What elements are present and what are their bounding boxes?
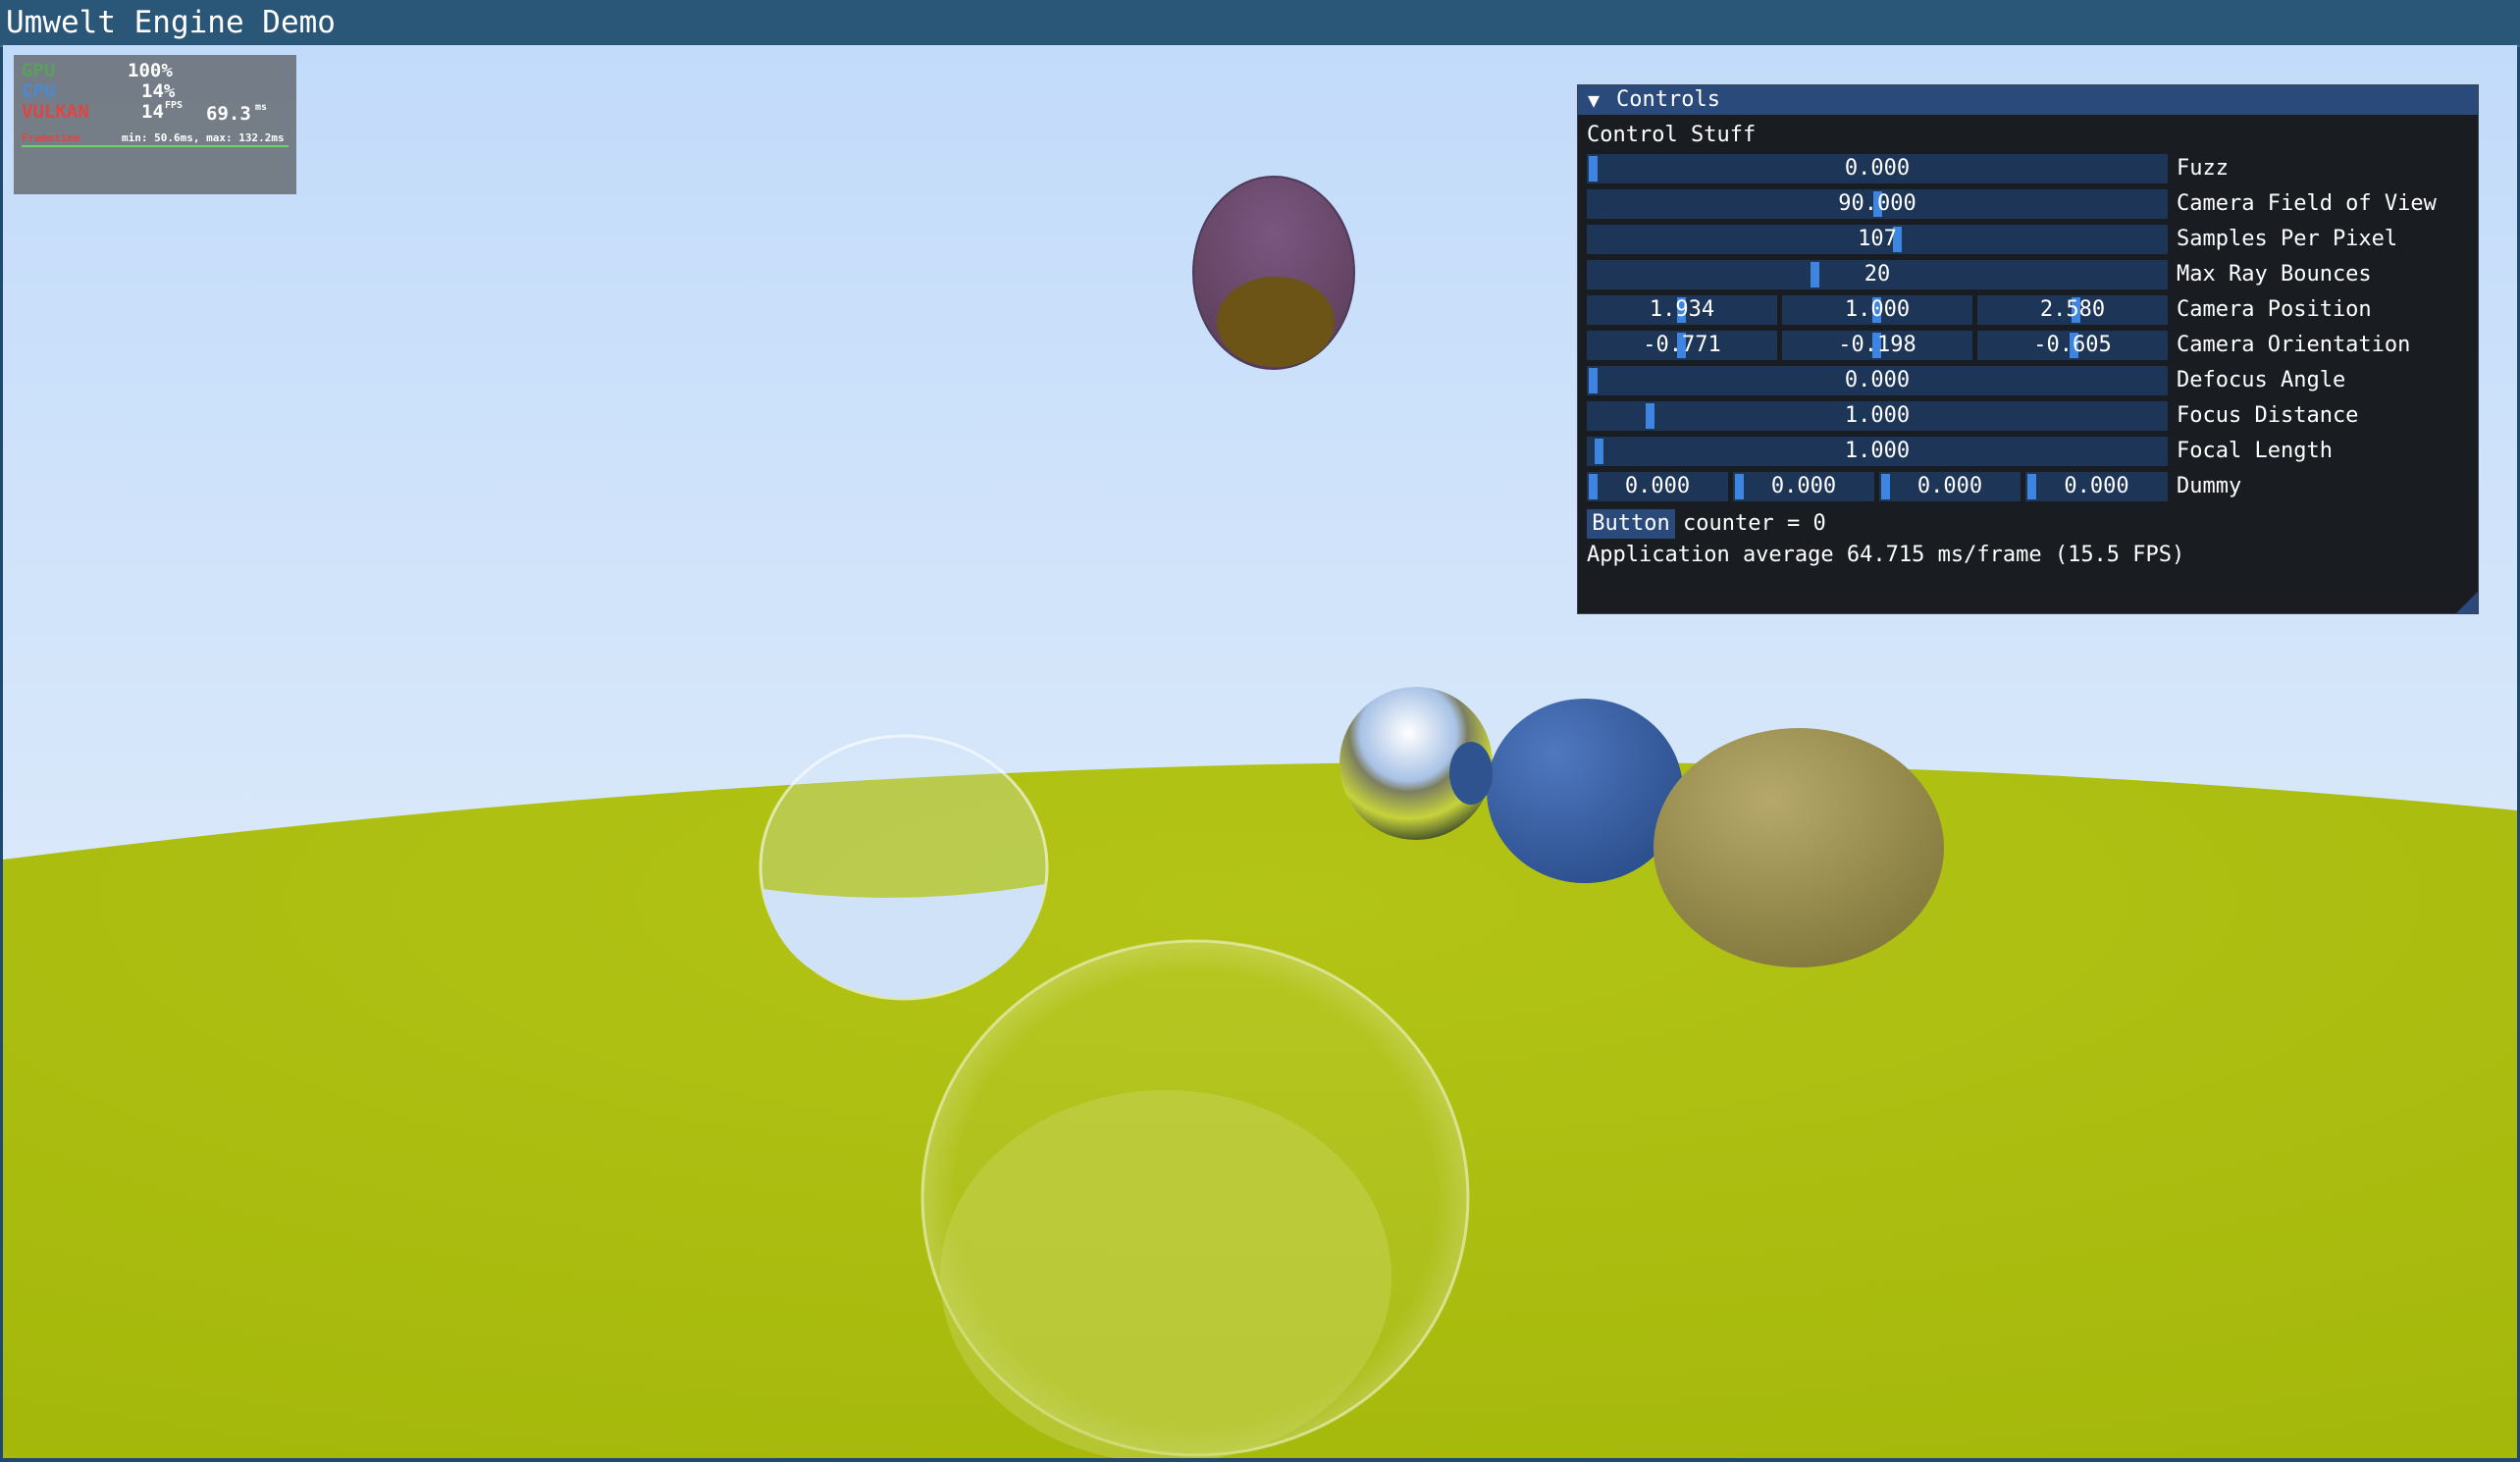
gpu-usage-value: 100% [128,60,173,81]
application-average-text: Application average 64.715 ms/frame (15.… [1587,543,2185,567]
camera-orientation-y-slider[interactable]: -0.198 [1782,331,1972,360]
slider-value: 0.000 [1844,368,1911,392]
dummy-slider-4[interactable]: 0.000 [2025,472,2168,501]
window-title: Umwelt Engine Demo [6,5,336,40]
slider-value: 0.000 [1844,156,1911,181]
performance-overlay: GPU 100% CPU 14% VULKAN 14 FPS 69.3 ms F… [14,55,296,194]
controls-window-title: Controls [1616,87,1720,112]
slider-value: 1.000 [1844,403,1911,428]
frametime-minmax: min: 50.6ms, max: 132.2ms [122,131,285,144]
dummy-slider-2[interactable]: 0.000 [1733,472,1874,501]
dummy-slider-3[interactable]: 0.000 [1879,472,2021,501]
controls-window[interactable]: ▼ Controls Control Stuff 0.000 Fuzz 90.0… [1577,84,2479,614]
cpu-usage-value: 14% [141,80,176,102]
slider-value: 0.000 [1916,474,1983,498]
slider-value: -0.605 [2033,333,2112,357]
api-label: VULKAN [22,101,89,123]
slider-value: 0.000 [1624,474,1691,498]
fps-value: 14 [141,101,164,123]
fuzz-label: Fuzz [2177,156,2229,181]
focus-distance-label: Focus Distance [2177,403,2359,428]
fps-unit: FPS [165,100,184,111]
counter-text: counter = 0 [1683,511,1826,536]
counter-button-label: Button [1592,511,1670,536]
controls-window-header[interactable]: ▼ Controls [1578,85,2478,115]
camera-position-y-slider[interactable]: 1.000 [1782,295,1972,325]
frametime-label: Frametime [22,131,80,144]
dummy-slider-1[interactable]: 0.000 [1587,472,1728,501]
gpu-label: GPU [22,60,56,81]
slider-value: 0.000 [1770,474,1837,498]
slider-value: 20 [1864,262,1891,287]
slider-value: -0.771 [1643,333,1721,357]
slider-value: 0.000 [2064,474,2129,498]
dummy-label: Dummy [2177,474,2242,498]
max-ray-bounces-label: Max Ray Bounces [2177,262,2372,287]
camera-position-x-slider[interactable]: 1.934 [1587,295,1777,325]
samples-per-pixel-label: Samples Per Pixel [2177,227,2398,251]
camera-orientation-z-slider[interactable]: -0.605 [1977,331,2168,360]
frametime-value: 69.3 [206,103,251,125]
focal-length-slider[interactable]: 1.000 [1587,437,2168,466]
camera-fov-slider[interactable]: 90.000 [1587,189,2168,219]
slider-value: -0.198 [1838,333,1916,357]
defocus-angle-slider[interactable]: 0.000 [1587,366,2168,395]
slider-value: 90.000 [1838,191,1916,216]
cpu-label: CPU [22,80,56,102]
focal-length-label: Focal Length [2177,439,2333,463]
frametime-graph [22,145,289,147]
slider-value: 107 [1858,227,1897,251]
camera-orientation-label: Camera Orientation [2177,333,2411,357]
camera-fov-label: Camera Field of View [2177,191,2437,216]
camera-position-label: Camera Position [2177,297,2372,322]
counter-button[interactable]: Button [1587,509,1675,539]
slider-value: 2.580 [2039,297,2106,322]
camera-orientation-x-slider[interactable]: -0.771 [1587,331,1777,360]
frametime-unit: ms [255,102,268,113]
collapse-arrow-icon[interactable]: ▼ [1588,88,1600,112]
defocus-angle-label: Defocus Angle [2177,368,2346,392]
window-titlebar[interactable]: Umwelt Engine Demo [0,0,2520,47]
camera-position-z-slider[interactable]: 2.580 [1977,295,2168,325]
slider-value: 1.000 [1844,439,1911,463]
controls-header-text: Control Stuff [1587,123,1757,147]
focus-distance-slider[interactable]: 1.000 [1587,401,2168,431]
samples-per-pixel-slider[interactable]: 107 [1587,225,2168,254]
fuzz-slider[interactable]: 0.000 [1587,154,2168,183]
slider-value: 1.000 [1844,297,1911,322]
slider-value: 1.934 [1649,297,1715,322]
resize-grip[interactable] [2456,592,2478,613]
max-ray-bounces-slider[interactable]: 20 [1587,260,2168,289]
